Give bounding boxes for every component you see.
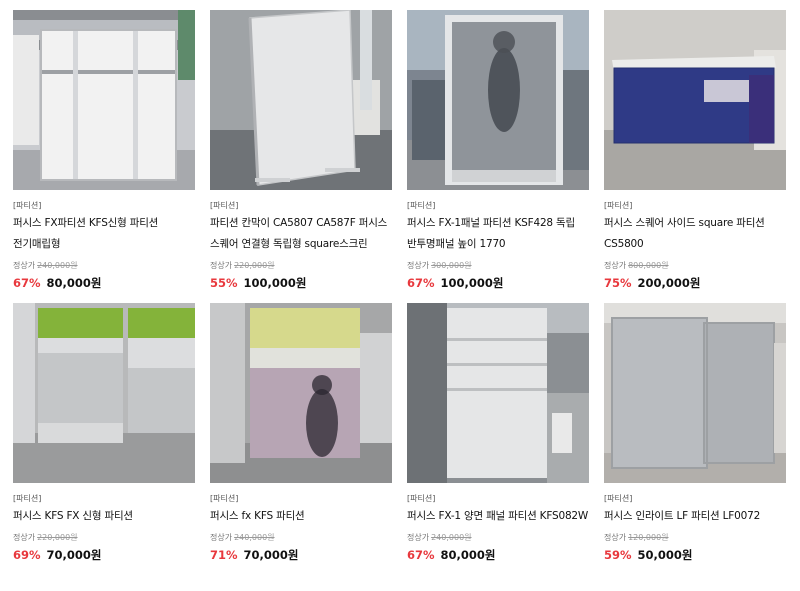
product-card[interactable]: [파티션] 퍼시스 FX-1패널 파티션 KSF428 독립 반투명패널 높이 … xyxy=(407,10,589,290)
regular-price-value: 300,000원 xyxy=(431,261,472,270)
product-card[interactable]: [파티션] 퍼시스 FX-1 양면 패널 파티션 KFS082W 정상가 240,… xyxy=(407,303,589,562)
sale-price: 100,000원 xyxy=(440,276,504,290)
price-row: 67% 80,000원 xyxy=(13,274,195,290)
product-name[interactable]: 퍼시스 FX-1패널 파티션 KSF428 독립 반투명패널 높이 1770 xyxy=(407,213,589,255)
regular-price-value: 800,000원 xyxy=(628,261,669,270)
price-row: 59% 50,000원 xyxy=(604,546,786,562)
product-grid: [파티션] 퍼시스 FX파티션 KFS신형 파티션 전기매립형 정상가 240,0… xyxy=(0,0,800,591)
product-category: [파티션] xyxy=(210,494,239,503)
discount-rate: 59% xyxy=(604,548,632,562)
regular-price-value: 120,000원 xyxy=(628,533,669,542)
regular-price: 정상가 120,000원 xyxy=(604,532,786,544)
sale-price: 80,000원 xyxy=(440,548,496,562)
product-name[interactable]: 퍼시스 FX파티션 KFS신형 파티션 전기매립형 xyxy=(13,213,195,255)
product-name[interactable]: 퍼시스 인라이트 LF 파티션 LF0072 xyxy=(604,506,786,527)
discount-rate: 55% xyxy=(210,276,238,290)
discount-rate: 67% xyxy=(407,276,435,290)
product-image[interactable] xyxy=(604,10,786,190)
product-name[interactable]: 퍼시스 FX-1 양면 패널 파티션 KFS082W xyxy=(407,506,589,527)
regular-price: 정상가 220,000원 xyxy=(210,260,392,272)
product-image[interactable] xyxy=(407,303,589,483)
product-card[interactable]: [파티션] 퍼시스 인라이트 LF 파티션 LF0072 정상가 120,000원… xyxy=(604,303,786,562)
regular-price-value: 240,000원 xyxy=(234,533,275,542)
price-row: 69% 70,000원 xyxy=(13,546,195,562)
price-row: 75% 200,000원 xyxy=(604,274,786,290)
discount-rate: 75% xyxy=(604,276,632,290)
price-row: 67% 100,000원 xyxy=(407,274,589,290)
product-category: [파티션] xyxy=(210,201,239,210)
regular-price: 정상가 240,000원 xyxy=(210,532,392,544)
product-image[interactable] xyxy=(13,10,195,190)
product-category: [파티션] xyxy=(604,494,633,503)
sale-price: 80,000원 xyxy=(46,276,102,290)
regular-price-label: 정상가 xyxy=(407,533,430,542)
discount-rate: 71% xyxy=(210,548,238,562)
regular-price-value: 240,000원 xyxy=(431,533,472,542)
regular-price: 정상가 300,000원 xyxy=(407,260,589,272)
regular-price-label: 정상가 xyxy=(13,261,36,270)
price-row: 55% 100,000원 xyxy=(210,274,392,290)
regular-price: 정상가 240,000원 xyxy=(407,532,589,544)
product-card[interactable]: [파티션] 퍼시스 fx KFS 파티션 정상가 240,000원 71% 70,0… xyxy=(210,303,392,562)
regular-price-label: 정상가 xyxy=(13,533,36,542)
product-card[interactable]: [파티션] 퍼시스 스퀘어 사이드 square 파티션 CS5800 정상가 8… xyxy=(604,10,786,290)
product-card[interactable]: [파티션] 퍼시스 FX파티션 KFS신형 파티션 전기매립형 정상가 240,0… xyxy=(13,10,195,290)
discount-rate: 67% xyxy=(13,276,41,290)
product-image[interactable] xyxy=(604,303,786,483)
regular-price-value: 240,000원 xyxy=(37,261,78,270)
product-category: [파티션] xyxy=(604,201,633,210)
discount-rate: 67% xyxy=(407,548,435,562)
product-image[interactable] xyxy=(407,10,589,190)
regular-price-value: 220,000원 xyxy=(234,261,275,270)
regular-price: 정상가 220,000원 xyxy=(13,532,195,544)
sale-price: 70,000원 xyxy=(46,548,102,562)
product-category: [파티션] xyxy=(407,494,436,503)
product-image[interactable] xyxy=(210,10,392,190)
regular-price-label: 정상가 xyxy=(210,261,233,270)
sale-price: 70,000원 xyxy=(243,548,299,562)
product-category: [파티션] xyxy=(13,201,42,210)
price-row: 67% 80,000원 xyxy=(407,546,589,562)
regular-price: 정상가 800,000원 xyxy=(604,260,786,272)
discount-rate: 69% xyxy=(13,548,41,562)
product-category: [파티션] xyxy=(13,494,42,503)
product-name[interactable]: 파티션 칸막이 CA5807 CA587F 퍼시스 스퀘어 연결형 독립형 sq… xyxy=(210,213,392,255)
regular-price: 정상가 240,000원 xyxy=(13,260,195,272)
regular-price-label: 정상가 xyxy=(210,533,233,542)
sale-price: 200,000원 xyxy=(637,276,701,290)
regular-price-value: 220,000원 xyxy=(37,533,78,542)
product-name[interactable]: 퍼시스 fx KFS 파티션 xyxy=(210,506,392,527)
sale-price: 100,000원 xyxy=(243,276,307,290)
product-name[interactable]: 퍼시스 KFS FX 신형 파티션 xyxy=(13,506,195,527)
regular-price-label: 정상가 xyxy=(604,261,627,270)
product-card[interactable]: [파티션] 파티션 칸막이 CA5807 CA587F 퍼시스 스퀘어 연결형 … xyxy=(210,10,392,290)
sale-price: 50,000원 xyxy=(637,548,693,562)
regular-price-label: 정상가 xyxy=(407,261,430,270)
product-name[interactable]: 퍼시스 스퀘어 사이드 square 파티션 CS5800 xyxy=(604,213,786,255)
price-row: 71% 70,000원 xyxy=(210,546,392,562)
regular-price-label: 정상가 xyxy=(604,533,627,542)
product-image[interactable] xyxy=(13,303,195,483)
product-card[interactable]: [파티션] 퍼시스 KFS FX 신형 파티션 정상가 220,000원 69% 7… xyxy=(13,303,195,562)
product-image[interactable] xyxy=(210,303,392,483)
product-category: [파티션] xyxy=(407,201,436,210)
